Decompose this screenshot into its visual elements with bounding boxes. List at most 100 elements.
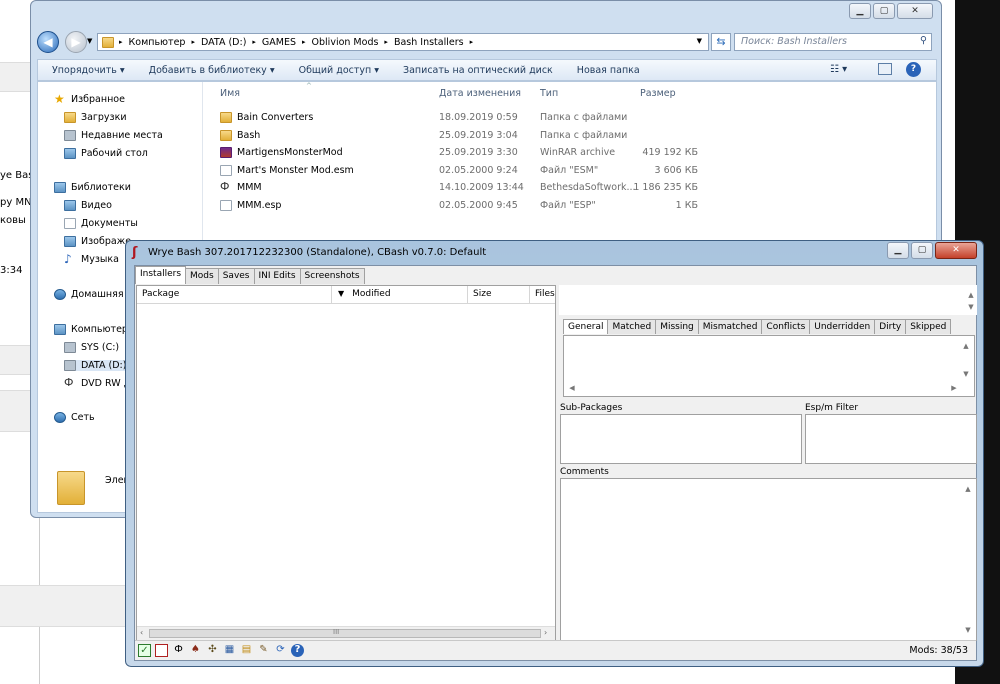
boss-icon[interactable]: ▤ (240, 644, 253, 657)
nav-music[interactable]: ♪ Музыка (64, 253, 119, 265)
nav-libraries[interactable]: Библиотеки (54, 182, 131, 193)
tes4gecko-icon[interactable]: ✣ (206, 644, 219, 657)
new-folder-button[interactable]: Новая папка (577, 65, 640, 76)
downloads-folder-icon (64, 112, 76, 123)
help-icon[interactable]: ? (906, 62, 921, 77)
nav-drive-d[interactable]: DATA (D:) (64, 360, 135, 371)
file-row[interactable]: Mart's Monster Mod.esm (220, 164, 354, 176)
address-dropdown-icon[interactable]: ▼ (697, 37, 702, 45)
organize-button[interactable]: Упорядочить ▾ (52, 65, 125, 76)
tab-skipped[interactable]: Skipped (905, 319, 952, 334)
add-to-library-button[interactable]: Добавить в библиотеку ▾ (149, 65, 275, 76)
back-arrow-icon[interactable]: ◀ (37, 31, 59, 53)
installers-list[interactable]: Package ▼ Modified Size Files ‹ III › (136, 285, 556, 641)
help-icon[interactable]: ? (291, 644, 304, 657)
nav-desktop[interactable]: Рабочий стол (64, 148, 148, 159)
close-icon[interactable]: ✕ (935, 242, 977, 259)
subpackages-list[interactable] (560, 414, 802, 464)
tab-conflicts[interactable]: Conflicts (761, 319, 811, 334)
tab-underridden[interactable]: Underridden (809, 319, 876, 334)
history-dropdown-icon[interactable]: ▼ (87, 37, 92, 45)
settings-icon[interactable]: ⟳ (274, 644, 287, 657)
tab-general[interactable]: General (563, 319, 609, 334)
close-icon[interactable]: ✕ (897, 3, 933, 19)
nav-recent[interactable]: Недавние места (64, 130, 163, 141)
tab-saves[interactable]: Saves (217, 268, 255, 284)
view-options-icon[interactable]: ☷ ▾ (830, 64, 847, 75)
column-type[interactable]: Тип (540, 88, 558, 99)
espm-filter-list[interactable] (805, 414, 977, 464)
breadcrumb-item[interactable]: GAMES (262, 37, 296, 48)
nav-documents[interactable]: Документы (64, 218, 138, 229)
share-button[interactable]: Общий доступ ▾ (299, 65, 379, 76)
tab-installers[interactable]: Installers (135, 266, 187, 284)
file-row[interactable]: MartigensMonsterMod (220, 147, 343, 158)
breadcrumb-item[interactable]: Компьютер (129, 37, 186, 48)
column-name[interactable]: Имя (220, 88, 240, 99)
package-name-box[interactable]: ▲ ▼ (559, 285, 977, 315)
tab-missing[interactable]: Missing (655, 319, 699, 334)
minimize-icon[interactable]: ▁ (849, 3, 871, 19)
breadcrumb-item[interactable]: DATA (D:) (201, 37, 246, 48)
column-files[interactable]: Files (530, 286, 555, 304)
tab-mods[interactable]: Mods (185, 268, 219, 284)
scroll-down-icon[interactable]: ▼ (960, 368, 972, 380)
scroll-left-icon[interactable]: ‹ (140, 628, 143, 637)
maximize-icon[interactable]: ▢ (873, 3, 895, 19)
uncheck-all-icon[interactable] (155, 644, 168, 657)
search-icon[interactable]: ⚲ (920, 35, 927, 46)
tab-dirty[interactable]: Dirty (874, 319, 907, 334)
general-info-box[interactable]: ▲ ▼ ◀ ▶ (563, 335, 975, 397)
nav-computer[interactable]: Компьютер (54, 324, 128, 335)
column-size[interactable]: Размер (640, 88, 676, 99)
scrollbar-thumb[interactable] (149, 629, 541, 638)
nav-favorites[interactable]: ★ Избранное (54, 93, 125, 105)
tab-ini-edits[interactable]: INI Edits (253, 268, 301, 284)
scroll-right-icon[interactable]: › (544, 628, 547, 637)
minimize-icon[interactable]: ▁ (887, 242, 909, 259)
tab-mismatched[interactable]: Mismatched (697, 319, 763, 334)
tes4edit-icon[interactable]: ♠ (189, 644, 202, 657)
tes4view-icon[interactable]: ▦ (223, 644, 236, 657)
desktop-icon (64, 148, 76, 159)
column-date[interactable]: Дата изменения (439, 88, 521, 99)
nav-images[interactable]: Изображе (64, 236, 131, 247)
address-bar[interactable]: ▸ Компьютер ▸ DATA (D:) ▸ GAMES ▸ Oblivion … (97, 33, 709, 51)
doc-browser-icon[interactable]: ✎ (257, 644, 270, 657)
scroll-up-icon[interactable]: ▲ (965, 289, 977, 301)
forward-arrow-icon[interactable]: ▶ (65, 31, 87, 53)
search-input[interactable]: Поиск: Bash Installers ⚲ (734, 33, 932, 51)
file-row[interactable]: Bain Converters (220, 112, 313, 123)
file-row[interactable]: Bash (220, 129, 260, 141)
tab-screenshots[interactable]: Screenshots (299, 268, 365, 284)
scroll-right-icon[interactable]: ▶ (948, 382, 960, 394)
column-modified[interactable]: ▼ Modified (332, 286, 468, 304)
oblivion-launcher-icon[interactable]: Ф (172, 644, 185, 657)
column-package[interactable]: Package (137, 286, 332, 304)
nav-dvd-drive[interactable]: Ф DVD RW д (64, 377, 130, 389)
column-size[interactable]: Size (468, 286, 530, 304)
comments-textarea[interactable]: ▲ ▼ (560, 478, 977, 641)
tab-matched[interactable]: Matched (607, 319, 657, 334)
check-all-icon[interactable]: ✓ (138, 644, 151, 657)
scroll-up-icon[interactable]: ▲ (960, 340, 972, 352)
nav-homegroup[interactable]: Домашняя (54, 289, 124, 300)
scroll-up-icon[interactable]: ▲ (962, 483, 974, 495)
nav-network[interactable]: Сеть (54, 412, 95, 423)
burn-button[interactable]: Записать на оптический диск (403, 65, 553, 76)
file-row[interactable]: MMM.esp (220, 199, 281, 211)
nav-drive-c[interactable]: SYS (C:) (64, 342, 119, 353)
folder-icon (220, 112, 232, 123)
horizontal-scrollbar[interactable]: ‹ III › (137, 626, 555, 640)
nav-video[interactable]: Видео (64, 200, 112, 211)
file-row[interactable]: Ф MMM (220, 181, 262, 193)
scroll-down-icon[interactable]: ▼ (965, 301, 977, 313)
scroll-left-icon[interactable]: ◀ (566, 382, 578, 394)
preview-pane-icon[interactable] (878, 63, 892, 75)
breadcrumb-item[interactable]: Bash Installers (394, 37, 464, 48)
maximize-icon[interactable]: ▢ (911, 242, 933, 259)
nav-downloads[interactable]: Загрузки (64, 112, 127, 123)
refresh-icon[interactable]: ⇆ (711, 33, 731, 51)
breadcrumb-item[interactable]: Oblivion Mods (312, 37, 379, 48)
scroll-down-icon[interactable]: ▼ (962, 624, 974, 636)
